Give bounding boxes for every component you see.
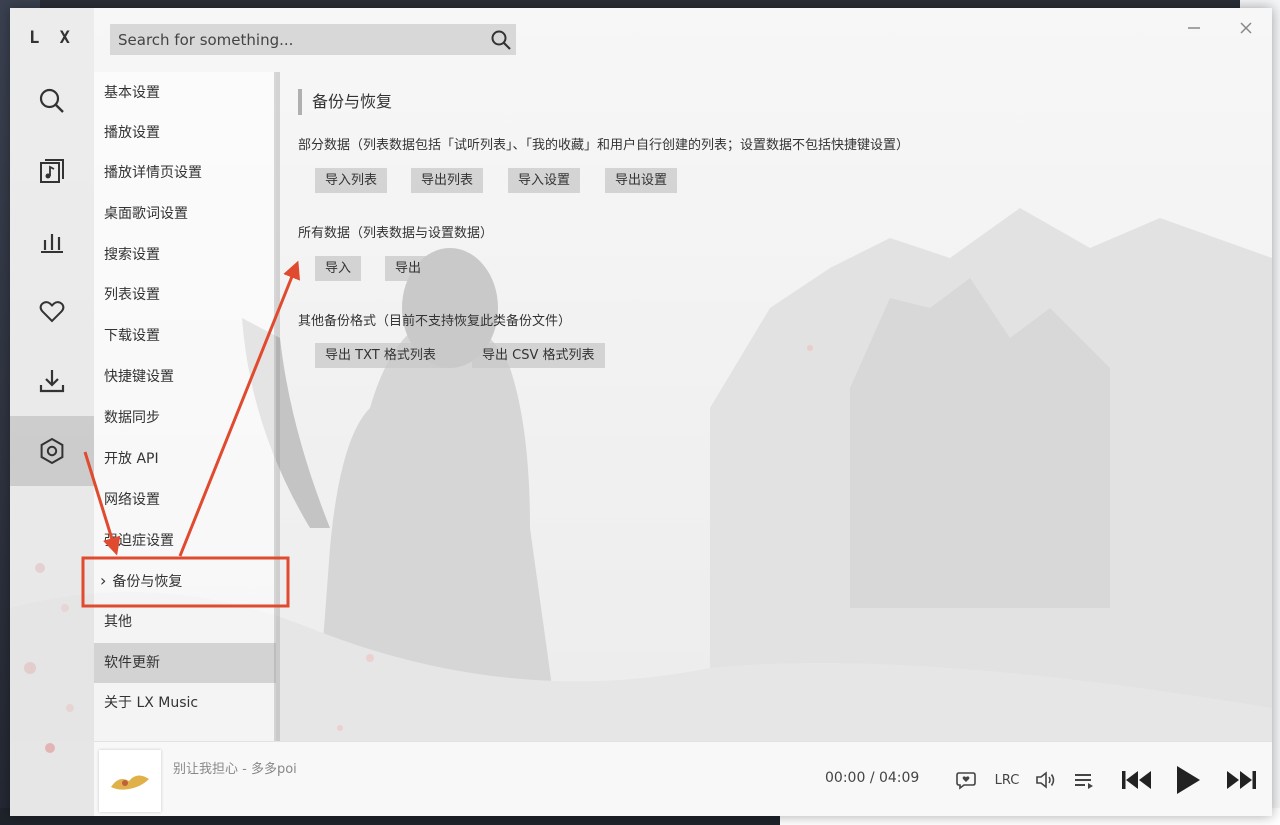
- menu-scrollbar[interactable]: [274, 72, 280, 741]
- album-art-icon: [111, 775, 149, 790]
- menu-item-update[interactable]: 软件更新: [94, 643, 276, 683]
- menu-item-hotkey[interactable]: 快捷键设置: [94, 357, 276, 397]
- player-bar: 别让我担心 - 多多poi 00:00 / 04:09 LRC: [94, 741, 1272, 816]
- main-nav: L X: [10, 8, 94, 741]
- desktop-lyric-button[interactable]: LRC: [992, 768, 1022, 792]
- song-list-icon: [40, 159, 64, 183]
- comment-heart-icon: [956, 772, 976, 790]
- search-icon: [39, 88, 64, 113]
- all-data-description: 所有数据（列表数据与设置数据）: [298, 226, 494, 241]
- menu-item-sync[interactable]: 数据同步: [94, 398, 276, 438]
- settings-icon: [40, 437, 64, 465]
- next-button[interactable]: [1224, 764, 1258, 796]
- menu-item-other[interactable]: 其他: [94, 602, 276, 642]
- partial-data-description: 部分数据（列表数据包括「试听列表」、「我的收藏」和用户自行创建的列表；设置数据不…: [298, 138, 910, 153]
- play-button[interactable]: [1170, 764, 1204, 796]
- app-logo: L X: [29, 28, 75, 48]
- menu-item-open-api[interactable]: 开放 API: [94, 439, 276, 479]
- export-csv-button[interactable]: 导出 CSV 格式列表: [472, 343, 605, 368]
- export-settings-button[interactable]: 导出设置: [605, 168, 678, 193]
- other-format-description: 其他备份格式（目前不支持恢复此类备份文件）: [298, 314, 572, 329]
- export-list-button[interactable]: 导出列表: [411, 168, 484, 193]
- search-input[interactable]: [116, 29, 486, 50]
- volume-button[interactable]: [1034, 768, 1058, 792]
- favorite-icon: [39, 301, 65, 323]
- import-all-button[interactable]: 导入: [315, 256, 362, 281]
- menu-item-search[interactable]: 搜索设置: [94, 235, 276, 275]
- menu-item-odc[interactable]: 强迫症设置: [94, 521, 276, 561]
- close-icon: [1240, 22, 1252, 34]
- leaderboard-icon: [41, 234, 63, 253]
- album-cover[interactable]: [99, 750, 161, 812]
- download-icon: [39, 370, 65, 393]
- search-icon: [491, 30, 511, 50]
- previous-icon: [1122, 771, 1151, 789]
- total-time: 04:09: [878, 770, 920, 786]
- search-submit-button[interactable]: [486, 25, 516, 55]
- menu-item-playback[interactable]: 播放设置: [94, 113, 276, 153]
- menu-item-list[interactable]: 列表设置: [94, 275, 276, 315]
- play-icon: [1177, 766, 1200, 794]
- song-title[interactable]: 别让我担心 - 多多poi: [173, 758, 297, 777]
- previous-button[interactable]: [1120, 764, 1154, 796]
- comment-button[interactable]: [954, 768, 978, 792]
- settings-menu: 基本设置 播放设置 播放详情页设置 桌面歌词设置 搜索设置 列表设置 下载设置 …: [94, 72, 276, 741]
- menu-item-network[interactable]: 网络设置: [94, 480, 276, 520]
- import-list-button[interactable]: 导入列表: [315, 168, 388, 193]
- current-time: 00:00: [825, 770, 866, 786]
- close-button[interactable]: [1236, 18, 1256, 38]
- nav-song-list[interactable]: [10, 136, 94, 206]
- time-separator: /: [869, 770, 875, 786]
- volume-icon: [1036, 771, 1055, 789]
- next-icon: [1227, 771, 1256, 789]
- nav-favorites[interactable]: [10, 276, 94, 346]
- play-mode-button[interactable]: [1072, 768, 1096, 792]
- nav-search[interactable]: [10, 66, 94, 136]
- section-title: 备份与恢复: [298, 89, 392, 115]
- nav-settings[interactable]: [10, 416, 94, 486]
- search-bar: [110, 24, 516, 55]
- menu-item-basic[interactable]: 基本设置: [94, 73, 276, 113]
- nav-leaderboard[interactable]: [10, 206, 94, 276]
- menu-item-about[interactable]: 关于 LX Music: [94, 683, 276, 723]
- lx-music-window: L X 基本设置 播放设置 播放详: [10, 8, 1272, 816]
- import-settings-button[interactable]: 导入设置: [508, 168, 581, 193]
- export-txt-button[interactable]: 导出 TXT 格式列表: [315, 343, 446, 368]
- menu-item-backup-restore[interactable]: 备份与恢复: [94, 561, 276, 601]
- menu-item-desktop-lyric[interactable]: 桌面歌词设置: [94, 194, 276, 234]
- menu-item-download[interactable]: 下载设置: [94, 316, 276, 356]
- minimize-button[interactable]: [1184, 18, 1204, 38]
- minimize-icon: [1188, 27, 1200, 29]
- export-all-button[interactable]: 导出: [385, 256, 432, 281]
- nav-download[interactable]: [10, 346, 94, 416]
- settings-content: 备份与恢复 部分数据（列表数据包括「试听列表」、「我的收藏」和用户自行创建的列表…: [290, 72, 1250, 741]
- menu-item-play-detail[interactable]: 播放详情页设置: [94, 153, 276, 193]
- playback-time: 00:00 / 04:09: [825, 770, 919, 786]
- playlist-mode-icon: [1075, 774, 1093, 789]
